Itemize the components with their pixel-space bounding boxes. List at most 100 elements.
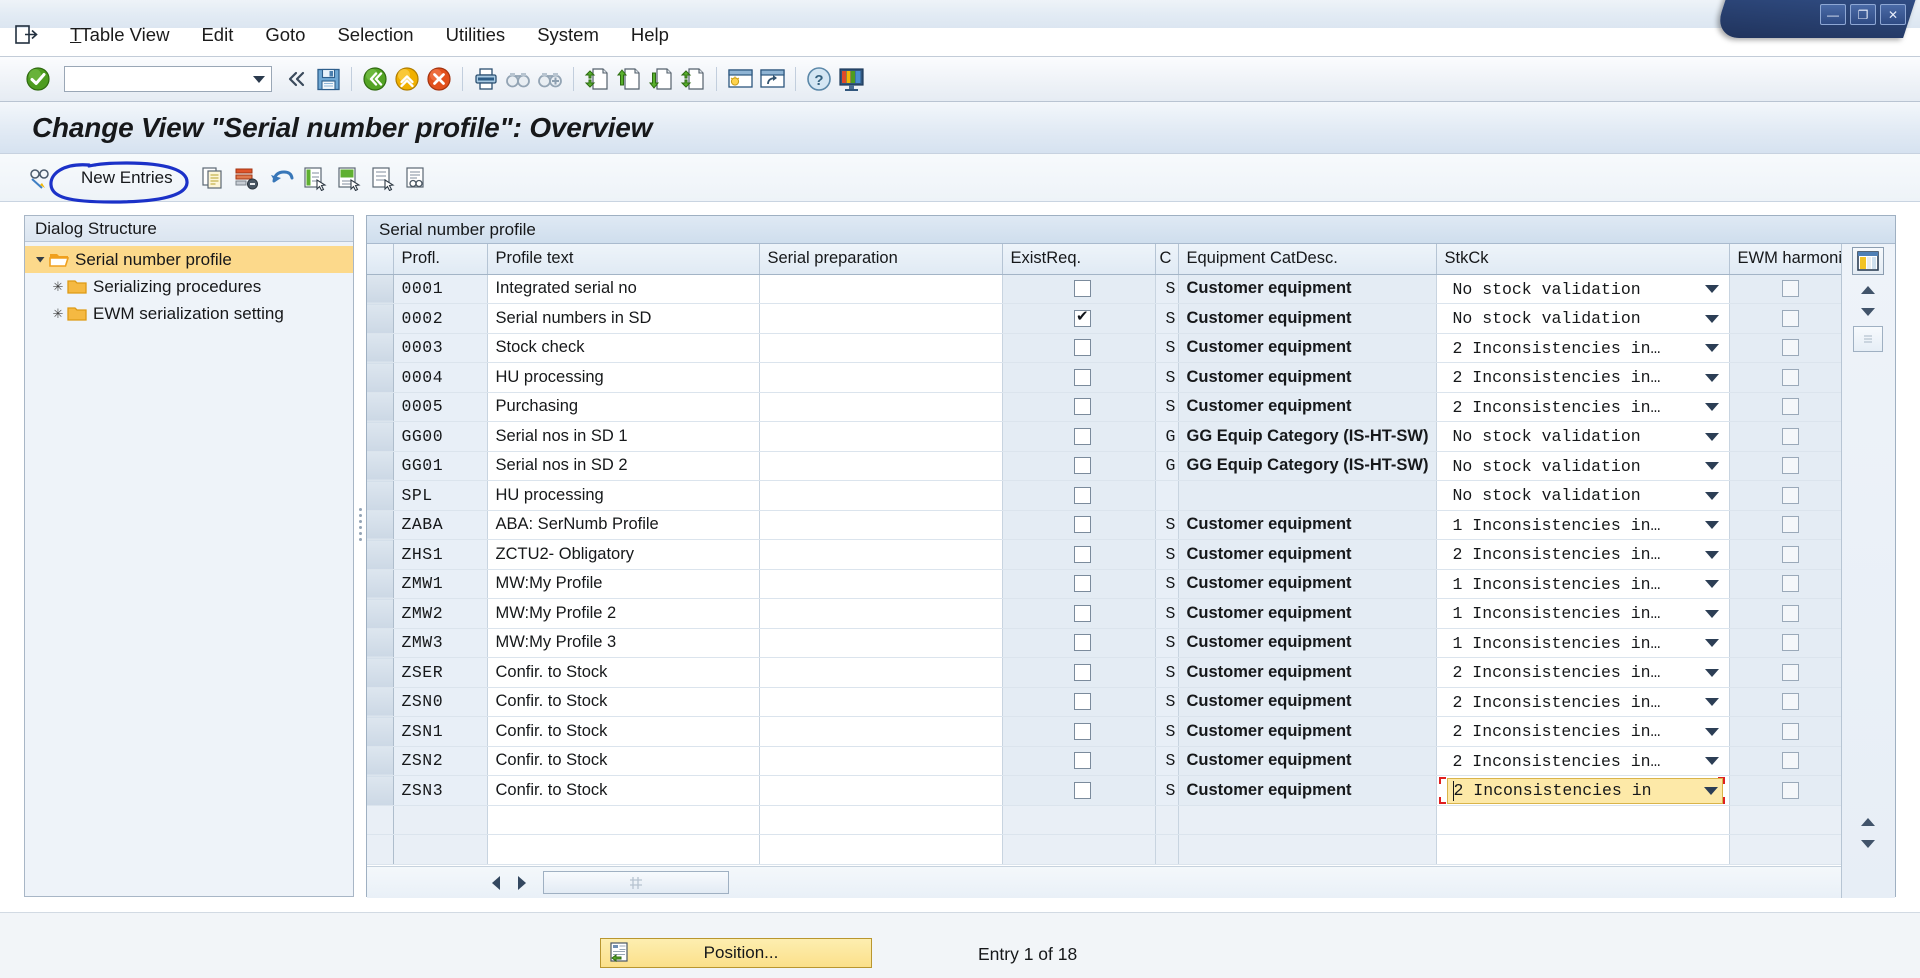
cell-profile-text[interactable]: Serial nos in SD 2: [487, 451, 760, 481]
sidebar-item-ewm-serialization-setting[interactable]: ✳ EWM serialization setting: [25, 300, 353, 327]
stkck-dropdown[interactable]: 2 Inconsistencies in…: [1446, 541, 1723, 568]
cell-profile-text[interactable]: Confir. to Stock: [487, 746, 760, 776]
row-select-cell[interactable]: [367, 333, 394, 363]
cell-c[interactable]: S: [1155, 746, 1179, 776]
existreq-checkbox[interactable]: [1074, 398, 1091, 416]
cell-c[interactable]: S: [1155, 687, 1179, 717]
back-icon[interactable]: [359, 64, 391, 94]
stkck-dropdown[interactable]: 1 Inconsistencies in…: [1446, 600, 1723, 627]
collapse-left-icon[interactable]: [280, 64, 312, 94]
stkck-dropdown[interactable]: 2 Inconsistencies in…: [1446, 748, 1723, 775]
cell-empty[interactable]: [1002, 834, 1156, 865]
cell-empty[interactable]: [1178, 805, 1437, 835]
cell-serial-preparation[interactable]: [759, 746, 1003, 776]
delete-row-icon[interactable]: [230, 162, 264, 194]
ewm-checkbox[interactable]: [1781, 457, 1799, 475]
cell-equipment-catdesc[interactable]: [1178, 480, 1437, 511]
customize-layout-icon[interactable]: [835, 64, 867, 94]
cell-c[interactable]: S: [1155, 598, 1179, 629]
menu-item-utilities[interactable]: Utilities: [430, 22, 522, 48]
row-select-cell[interactable]: [367, 687, 394, 717]
ewm-checkbox[interactable]: [1781, 693, 1799, 711]
row-select-cell[interactable]: [367, 451, 394, 481]
cell-serial-preparation[interactable]: [759, 333, 1003, 363]
stkck-dropdown[interactable]: No stock validation: [1446, 305, 1723, 332]
cell-c[interactable]: S: [1155, 628, 1179, 658]
existreq-checkbox[interactable]: [1074, 307, 1091, 327]
stkck-dropdown[interactable]: 2 Inconsistencies in…: [1446, 335, 1723, 362]
ok-check-icon[interactable]: [22, 64, 54, 94]
cell-equipment-catdesc[interactable]: GG Equip Category (IS-HT-SW): [1178, 421, 1437, 452]
cell-c[interactable]: S: [1155, 657, 1179, 688]
cell-empty[interactable]: [1729, 834, 1844, 865]
existreq-checkbox[interactable]: [1074, 457, 1091, 475]
cell-profile-text[interactable]: MW:My Profile 2: [487, 598, 760, 629]
row-select-cell[interactable]: [367, 598, 394, 629]
position-button[interactable]: Position...: [600, 938, 872, 968]
row-select-cell[interactable]: [367, 510, 394, 540]
cell-empty[interactable]: [1436, 834, 1730, 865]
cell-profile-text[interactable]: MW:My Profile 3: [487, 628, 760, 658]
cell-profl[interactable]: ZSN2: [393, 746, 488, 776]
cell-stkck[interactable]: 1 Inconsistencies in…: [1436, 510, 1730, 540]
cell-c[interactable]: [1155, 480, 1179, 511]
ewm-checkbox[interactable]: [1781, 398, 1799, 416]
cell-equipment-catdesc[interactable]: GG Equip Category (IS-HT-SW): [1178, 451, 1437, 481]
horizontal-scrollbar[interactable]: [367, 866, 1843, 898]
cell-serial-preparation[interactable]: [759, 716, 1003, 747]
row-select-cell[interactable]: [367, 569, 394, 599]
details-icon[interactable]: [400, 162, 434, 194]
row-select-cell[interactable]: [367, 657, 394, 688]
existreq-checkbox[interactable]: [1074, 280, 1091, 298]
stkck-dropdown[interactable]: 1 Inconsistencies in…: [1446, 512, 1723, 539]
last-page-icon[interactable]: [677, 64, 709, 94]
chevron-down-icon[interactable]: [1703, 786, 1718, 795]
scroll-down-icon[interactable]: [1855, 302, 1881, 322]
cell-profl[interactable]: ZSER: [393, 657, 488, 688]
cell-stkck[interactable]: 2 Inconsistencies in: [1436, 775, 1730, 806]
chevron-down-icon[interactable]: [1704, 462, 1719, 471]
create-shortcut-icon[interactable]: [756, 64, 788, 94]
cell-serial-preparation[interactable]: [759, 657, 1003, 688]
cell-serial-preparation[interactable]: [759, 687, 1003, 717]
display-change-icon[interactable]: [24, 162, 58, 194]
ewm-checkbox[interactable]: [1781, 781, 1799, 799]
cell-equipment-catdesc[interactable]: Customer equipment: [1178, 510, 1437, 540]
ewm-checkbox[interactable]: [1781, 604, 1799, 622]
cell-c[interactable]: G: [1155, 451, 1179, 481]
existreq-checkbox[interactable]: [1074, 368, 1091, 386]
minimize-icon[interactable]: —: [1820, 4, 1846, 25]
stkck-dropdown[interactable]: 1 Inconsistencies in…: [1446, 630, 1723, 657]
ewm-checkbox[interactable]: [1781, 634, 1799, 652]
cell-serial-preparation[interactable]: [759, 510, 1003, 540]
existreq-checkbox[interactable]: [1074, 516, 1091, 534]
column-header-profl[interactable]: Profl.: [393, 244, 488, 275]
row-select-cell[interactable]: [367, 628, 394, 658]
cell-serial-preparation[interactable]: [759, 421, 1003, 452]
page-down-icon[interactable]: [1855, 834, 1881, 854]
cell-profile-text[interactable]: Stock check: [487, 333, 760, 363]
existreq-checkbox[interactable]: [1074, 781, 1091, 799]
exit-icon[interactable]: [391, 64, 423, 94]
existreq-checkbox[interactable]: [1074, 339, 1091, 357]
chevron-down-icon[interactable]: [1704, 344, 1719, 353]
undo-icon[interactable]: [264, 162, 298, 194]
cell-c[interactable]: G: [1155, 421, 1179, 452]
cell-serial-preparation[interactable]: [759, 451, 1003, 481]
cancel-icon[interactable]: [423, 64, 455, 94]
cell-c[interactable]: S: [1155, 392, 1179, 422]
column-header-c[interactable]: C: [1155, 244, 1179, 275]
chevron-down-icon[interactable]: [1704, 609, 1719, 618]
column-header-equipment-catdesc[interactable]: Equipment CatDesc.: [1178, 244, 1437, 275]
cell-serial-preparation[interactable]: [759, 628, 1003, 658]
menu-item-table-view[interactable]: TTable View: [54, 22, 185, 48]
cell-stkck[interactable]: 2 Inconsistencies in…: [1436, 716, 1730, 747]
cell-profl[interactable]: ZHS1: [393, 539, 488, 570]
chevron-down-icon[interactable]: [253, 76, 265, 83]
print-icon[interactable]: [470, 64, 502, 94]
existreq-checkbox[interactable]: [1074, 427, 1091, 445]
cell-equipment-catdesc[interactable]: Customer equipment: [1178, 539, 1437, 570]
command-input[interactable]: [65, 68, 243, 90]
cell-stkck[interactable]: No stock validation: [1436, 451, 1730, 481]
ewm-checkbox[interactable]: [1781, 545, 1799, 563]
